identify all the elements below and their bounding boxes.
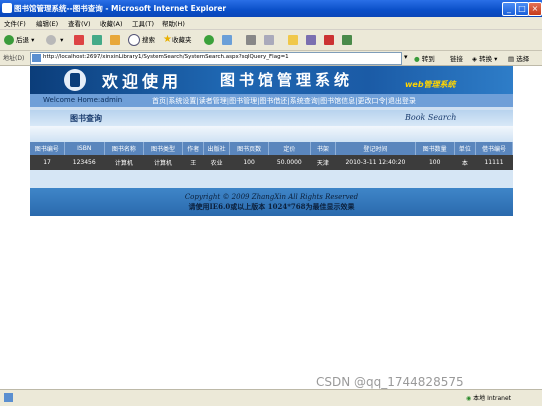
column-header: 单位 [454,142,476,155]
nav-bar: Welcome Home:admin 首页|系统设置|读者管理|图书管理|图书借… [30,94,513,107]
table-cell: 2010-3-11 12:40:20 [335,155,416,170]
address-label: 地址(D) [3,55,25,62]
query-title: 图书查询 [70,113,102,123]
translate-button[interactable]: ◈ 转换 ▾ [472,53,497,63]
copyright-text: Copyright © 2009 ZhangXin All Rights Res… [184,193,359,201]
dropdown-icon[interactable]: ▾ [404,53,408,61]
banner-web-admin: web管理系统 [405,80,456,89]
column-header: 图书类型 [143,142,184,155]
forward-button[interactable]: ▾ [46,34,63,46]
page-status-icon [4,393,13,402]
window-title-bar: 图书馆管理系统--图书查询 - Microsoft Internet Explo… [0,0,542,17]
table-cell: 100 [229,155,269,170]
tool-icon[interactable] [324,35,334,45]
menu-bar: 文件(F) 编辑(E) 查看(V) 收藏(A) 工具(T) 帮助(H) [0,17,542,30]
addon-icon[interactable] [342,35,352,45]
table-cell: 农业 [203,155,230,170]
table-header-row: 图书编号 ISBN 图书名称 图书类型 作者 出版社 图书页数 定价 书架 登记时间 图书数量 单位借… [30,142,514,155]
back-arrow-icon [4,35,14,45]
menu-view[interactable]: 查看(V) [68,18,91,28]
column-header: 出版社 [203,142,231,155]
select-button[interactable]: ▤ 选择 [508,53,529,63]
banner-library-name: 图书馆管理系统 [220,71,354,89]
results-table: 图书编号 ISBN 图书名称 图书类型 作者 出版社 图书页数 定价 书架 登记时间 图书数量 单位借… [30,142,514,170]
history-icon[interactable] [204,35,214,45]
nav-links[interactable]: 首页|系统设置|读者管理|图书管理|图书借还|系统查询|图书馆信息|更改口令|退… [152,96,416,106]
welcome-user: Welcome Home:admin [43,96,123,104]
table-cell: 计算机 [143,155,183,170]
column-header: 借书编号 [475,142,514,155]
messenger-icon[interactable] [306,35,316,45]
column-header: 图书名称 [104,142,144,155]
address-bar: 地址(D) http://localhost:2697/xinxinLibrar… [0,51,542,66]
table-cell: 17 [30,155,65,170]
window-title: 图书馆管理系统--图书查询 - Microsoft Internet Explo… [14,4,227,13]
table-cell: 本 [454,155,476,170]
column-header: 登记时间 [335,142,416,155]
resolution-note: 请使用IE6.0或以上版本 1024*768为最佳显示效果 [188,202,355,211]
search-icon [128,34,140,46]
table-body: 17 123456 计算机 计算机王农业 100 50.0000 天津 2010-3-11 1… [30,155,513,170]
address-input[interactable]: http://localhost:2697/xinxinLibrary1/Sys… [30,52,402,65]
ie-icon [2,3,12,13]
status-bar: ◉ 本地 Intranet [0,389,542,406]
column-header: 定价 [268,142,311,155]
table-row: 17 123456 计算机 计算机王农业 100 50.0000 天津 2010-3-11 1… [30,155,513,170]
table-cell: 王 [182,155,204,170]
table-cell: 123456 [64,155,105,170]
query-header: 图书查询 Book Search [30,110,513,126]
back-button[interactable]: 后退 ▾ [4,34,34,46]
star-icon: ★ [163,34,172,45]
page-icon [32,54,41,62]
column-header: 图书数量 [415,142,455,155]
menu-edit[interactable]: 编辑(E) [36,18,58,28]
toolbar: 后退 ▾ ▾ 搜索 ★收藏夹 [0,30,542,51]
favorites-button[interactable]: ★收藏夹 [163,34,191,46]
query-subtitle: Book Search [405,113,457,122]
spacer [30,170,513,188]
banner-welcome: 欢迎使用 [102,72,183,91]
column-header: 图书页数 [229,142,270,155]
site-banner: 欢迎使用 图书馆管理系统 web管理系统 [30,66,513,94]
column-header: ISBN [64,142,105,155]
refresh-icon[interactable] [92,35,102,45]
column-header: 书架 [310,142,337,155]
table-cell: 11111 [475,155,513,170]
table-cell: 100 [415,155,455,170]
spacer [30,126,513,142]
address-url: http://localhost:2697/xinxinLibrary1/Sys… [43,54,289,60]
column-header: 图书编号 [30,142,65,155]
stop-icon[interactable] [74,35,84,45]
home-icon[interactable] [110,35,120,45]
print-icon[interactable] [246,35,256,45]
folder-icon[interactable] [288,35,298,45]
go-button[interactable]: ● 转到 [414,53,435,63]
menu-help[interactable]: 帮助(H) [162,18,185,28]
menu-tools[interactable]: 工具(T) [132,18,154,28]
library-logo-icon [64,69,86,91]
forward-arrow-icon [46,35,56,45]
menu-favorites[interactable]: 收藏(A) [100,18,123,28]
page-footer: Copyright © 2009 ZhangXin All Rights Res… [30,188,513,216]
table-cell: 天津 [310,155,336,170]
edit-icon[interactable] [264,35,274,45]
table-cell: 计算机 [104,155,144,170]
maximize-button[interactable]: □ [515,2,529,16]
close-button[interactable]: × [528,2,542,16]
menu-file[interactable]: 文件(F) [4,18,26,28]
minimize-button[interactable]: _ [502,2,516,16]
watermark: CSDN @qq_1744828575 [316,375,464,389]
links-button[interactable]: 链接 [450,53,463,63]
search-button[interactable]: 搜索 [128,34,155,46]
mail-icon[interactable] [222,35,232,45]
column-header: 作者 [182,142,205,155]
security-zone: ◉ 本地 Intranet [466,395,511,402]
table-cell: 50.0000 [268,155,311,170]
